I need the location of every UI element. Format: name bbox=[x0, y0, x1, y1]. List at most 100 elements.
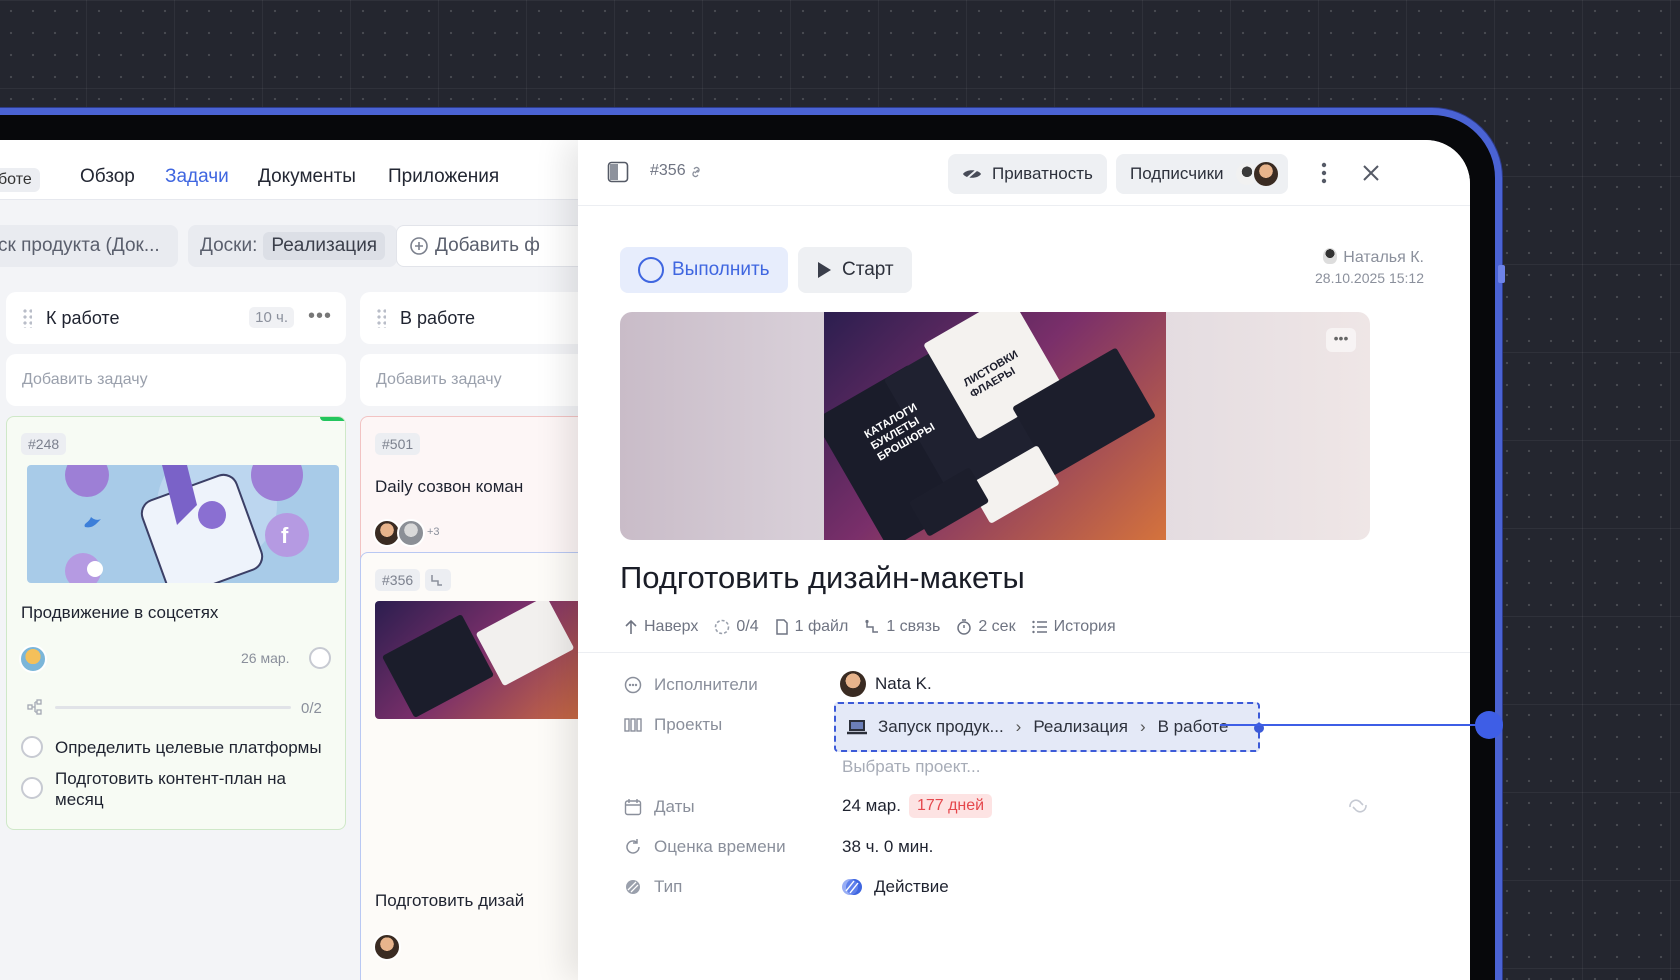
laptop-icon bbox=[847, 720, 867, 735]
drag-handle-icon[interactable] bbox=[376, 308, 386, 328]
nav-tab-apps[interactable]: Приложения bbox=[388, 166, 499, 188]
select-project-placeholder[interactable]: Выбрать проект... bbox=[842, 757, 980, 777]
file-icon bbox=[775, 619, 788, 635]
meta-timer[interactable]: 2 сек bbox=[956, 618, 1016, 636]
assignee-value[interactable]: Nata K. bbox=[840, 671, 932, 697]
meta-up[interactable]: Наверх bbox=[624, 618, 698, 636]
projects-label: Проекты bbox=[654, 715, 723, 734]
author-avatar bbox=[1323, 248, 1338, 264]
assignee-name: Nata K. bbox=[875, 674, 932, 693]
task-card-501[interactable]: #501 Daily созвон коман +3 bbox=[360, 416, 580, 566]
project-filter-chip[interactable]: ск продукта (Док... bbox=[0, 225, 178, 267]
add-filter-button[interactable]: Добавить ф bbox=[396, 225, 580, 267]
nav-tab-documents[interactable]: Документы bbox=[258, 166, 356, 188]
task-id-badge: #501 bbox=[375, 433, 421, 455]
privacy-eye-icon bbox=[963, 167, 981, 181]
project-path-board[interactable]: Реализация bbox=[1033, 717, 1128, 737]
project-path-selector[interactable]: Запуск продук... › Реализация › В работе bbox=[834, 702, 1264, 752]
boards-filter-label: Доски: bbox=[200, 235, 258, 256]
date-value: 24 мар. bbox=[842, 796, 901, 815]
assignees-label: Исполнители bbox=[654, 675, 758, 694]
device-button bbox=[1498, 265, 1505, 283]
task-meta-bar: Наверх 0/4 1 файл 1 связь 2 сек История bbox=[624, 618, 1132, 636]
complete-button[interactable]: Выполнить bbox=[620, 247, 788, 293]
svg-text:f: f bbox=[281, 523, 289, 548]
column-header-todo[interactable]: К работе 10 ч. ••• bbox=[6, 292, 346, 344]
link-badge bbox=[425, 569, 451, 591]
progress-ring-icon bbox=[715, 619, 730, 635]
complete-circle-icon bbox=[638, 257, 664, 283]
repeat-icon[interactable] bbox=[1346, 796, 1370, 816]
checklist-checkbox[interactable] bbox=[21, 736, 43, 758]
action-type-icon bbox=[842, 879, 862, 895]
checklist-item: Определить целевые платформы bbox=[55, 738, 322, 757]
stationery-mockup-image: КАТАЛОГИ БУКЛЕТЫ БРОШЮРЫ ЛИСТОВКИ ФЛАЕРЫ bbox=[824, 312, 1166, 540]
task-author: Наталья К. 28.10.2025 15:12 bbox=[1315, 248, 1424, 286]
copy-link-icon[interactable] bbox=[688, 164, 704, 180]
column-hours-badge: 10 ч. bbox=[249, 307, 294, 328]
project-path-column[interactable]: В работе bbox=[1158, 717, 1229, 737]
type-label: Тип bbox=[654, 877, 683, 896]
meta-subtasks[interactable]: 0/4 bbox=[714, 618, 759, 636]
more-members-count: +3 bbox=[427, 526, 440, 538]
task-card-356[interactable]: #356 Подготовить дизай bbox=[360, 552, 580, 980]
complete-checkbox[interactable] bbox=[309, 647, 331, 669]
project-path-root[interactable]: Запуск продук... bbox=[878, 717, 1004, 737]
add-task-button[interactable]: Добавить задачу bbox=[6, 354, 346, 406]
meta-files[interactable]: 1 файл bbox=[775, 618, 848, 636]
privacy-button[interactable]: Приватность bbox=[948, 154, 1107, 194]
nav-tab-tasks[interactable]: Задачи bbox=[165, 166, 229, 188]
card-title: Продвижение в соцсетях bbox=[21, 603, 219, 622]
meta-links-label: 1 связь bbox=[886, 618, 941, 635]
assignees-icon bbox=[624, 676, 642, 694]
task-title[interactable]: Подготовить дизайн-макеты bbox=[620, 560, 1025, 596]
member-avatar bbox=[397, 519, 425, 547]
start-button[interactable]: Старт bbox=[798, 247, 912, 293]
privacy-label: Приватность bbox=[992, 164, 1093, 183]
meta-timer-label: 2 сек bbox=[978, 618, 1016, 635]
status-indicator bbox=[320, 417, 345, 421]
plus-circle-icon bbox=[410, 237, 428, 255]
checklist-checkbox[interactable] bbox=[21, 777, 43, 799]
task-card-248[interactable]: #248 f Продвижение в соцсетях 26 мар. 0/… bbox=[6, 416, 346, 830]
drag-handle-icon[interactable] bbox=[22, 308, 32, 328]
add-task-button[interactable]: Добавить задачу bbox=[360, 354, 580, 406]
task-id: #356 bbox=[650, 162, 686, 179]
card-title: Подготовить дизай bbox=[375, 891, 525, 910]
author-name-row: Наталья К. bbox=[1315, 248, 1424, 267]
due-date: 26 мар. bbox=[241, 650, 290, 666]
more-vertical-icon[interactable] bbox=[1314, 160, 1334, 186]
chevron-right-icon: › bbox=[1139, 717, 1146, 736]
meta-links[interactable]: 1 связь bbox=[864, 618, 940, 636]
boards-filter-chip[interactable]: Доски: Реализация bbox=[188, 225, 398, 267]
link-tree-icon bbox=[865, 619, 879, 633]
subscriber-avatar bbox=[1251, 160, 1280, 188]
more-dots-icon[interactable]: ••• bbox=[308, 305, 332, 328]
kanban-board: боте Обзор Задачи Документы Приложения с… bbox=[0, 140, 580, 980]
column-title: В работе bbox=[400, 307, 476, 328]
type-label-row: Тип bbox=[624, 877, 682, 897]
social-media-illustration: f bbox=[27, 465, 339, 583]
arrow-up-icon bbox=[625, 619, 637, 634]
projects-icon bbox=[624, 718, 642, 732]
meta-history[interactable]: История bbox=[1031, 618, 1116, 636]
type-value[interactable]: Действие bbox=[842, 877, 949, 897]
dates-value[interactable]: 24 мар. 177 дней bbox=[842, 794, 993, 818]
estimate-label-row: Оценка времени bbox=[624, 837, 786, 857]
estimate-value[interactable]: 38 ч. 0 мин. bbox=[842, 837, 933, 857]
project-nav: боте Обзор Задачи Документы Приложения bbox=[0, 140, 580, 200]
app-screen: боте Обзор Задачи Документы Приложения с… bbox=[0, 140, 1470, 980]
link-icon bbox=[431, 575, 442, 586]
type-icon bbox=[626, 880, 640, 894]
assignee-avatar bbox=[19, 645, 47, 673]
sidebar-toggle-icon[interactable] bbox=[606, 160, 630, 184]
subscribers-button[interactable]: Подписчики bbox=[1116, 154, 1288, 194]
task-cover-image[interactable]: КАТАЛОГИ БУКЛЕТЫ БРОШЮРЫ ЛИСТОВКИ ФЛАЕРЫ ••… bbox=[620, 312, 1370, 540]
cover-more-button[interactable]: ••• bbox=[1326, 328, 1356, 352]
close-icon[interactable] bbox=[1358, 160, 1384, 186]
meta-up-label: Наверх bbox=[644, 618, 699, 635]
card-title: Daily созвон коман bbox=[375, 477, 524, 496]
nav-tab-partial[interactable]: боте bbox=[0, 168, 40, 192]
column-header-in-progress[interactable]: В работе bbox=[360, 292, 580, 344]
nav-tab-overview[interactable]: Обзор bbox=[80, 166, 135, 188]
